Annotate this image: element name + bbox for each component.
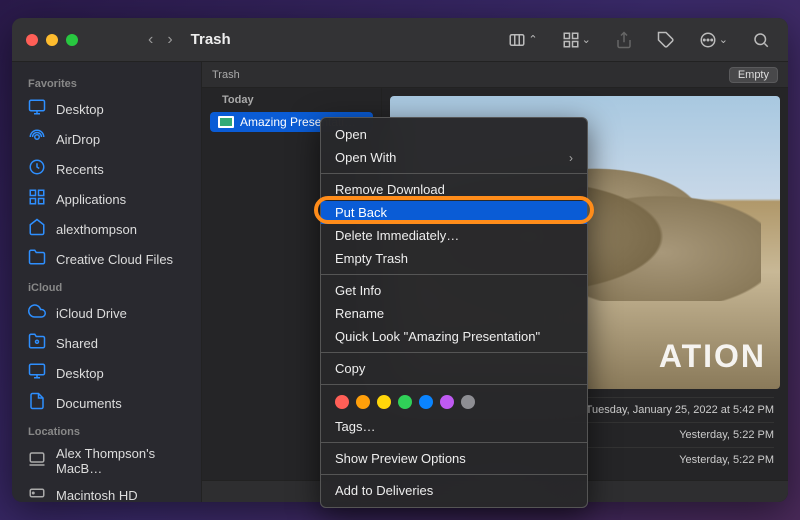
- sidebar-item-label: Desktop: [56, 366, 104, 381]
- airdrop-icon: [28, 128, 46, 150]
- preview-watermark: ATION: [659, 338, 766, 375]
- menu-separator: [321, 474, 587, 475]
- back-button[interactable]: ‹: [148, 31, 153, 49]
- toolbar: ⌃ ⌄ ⌄: [508, 31, 788, 49]
- menu-item[interactable]: Rename: [321, 302, 587, 325]
- cloud-icon: [28, 302, 46, 324]
- menu-item[interactable]: Empty Trash: [321, 247, 587, 270]
- sidebar-item-label: Alex Thompson's MacB…: [56, 446, 185, 476]
- menu-separator: [321, 442, 587, 443]
- sidebar-item-label: Applications: [56, 192, 126, 207]
- menu-separator: [321, 384, 587, 385]
- desktop-icon: [28, 98, 46, 120]
- sidebar-section-header: iCloud: [12, 274, 201, 298]
- tag-color-dot[interactable]: [419, 395, 433, 409]
- sidebar-item-label: alexthompson: [56, 222, 137, 237]
- window-controls: [12, 34, 92, 46]
- sidebar-item-label: Creative Cloud Files: [56, 252, 173, 267]
- sidebar-item[interactable]: Recents: [12, 154, 201, 184]
- menu-separator: [321, 352, 587, 353]
- path-bar: Trash Empty: [202, 62, 788, 88]
- tag-color-dot[interactable]: [356, 395, 370, 409]
- sidebar-item[interactable]: Alex Thompson's MacB…: [12, 442, 201, 480]
- laptop-icon: [28, 450, 46, 472]
- menu-item[interactable]: Open: [321, 123, 587, 146]
- sidebar-item-label: Desktop: [56, 102, 104, 117]
- menu-separator: [321, 173, 587, 174]
- menu-item[interactable]: Show Preview Options: [321, 447, 587, 470]
- menu-item[interactable]: Add to Deliveries: [321, 479, 587, 502]
- sidebar-item-label: Macintosh HD: [56, 488, 138, 503]
- menu-separator: [321, 274, 587, 275]
- search-button[interactable]: [752, 31, 770, 49]
- menu-item[interactable]: Open With›: [321, 146, 587, 169]
- tag-color-dot[interactable]: [335, 395, 349, 409]
- menu-item[interactable]: Remove Download: [321, 178, 587, 201]
- forward-button[interactable]: ›: [167, 31, 172, 49]
- doc-icon: [28, 392, 46, 414]
- menu-item[interactable]: Put Back: [321, 201, 587, 224]
- zoom-button[interactable]: [66, 34, 78, 46]
- menu-item[interactable]: Delete Immediately…: [321, 224, 587, 247]
- menu-item[interactable]: Tags…: [321, 415, 587, 438]
- sidebar-item[interactable]: alexthompson: [12, 214, 201, 244]
- sidebar-item[interactable]: Macintosh HD: [12, 480, 201, 502]
- sidebar-item-label: Recents: [56, 162, 104, 177]
- tag-color-dot[interactable]: [398, 395, 412, 409]
- sidebar-item[interactable]: AirDrop: [12, 124, 201, 154]
- window-title: Trash: [191, 31, 231, 48]
- sidebar-item[interactable]: Applications: [12, 184, 201, 214]
- location-label: Trash: [212, 69, 240, 81]
- sidebar-item[interactable]: Creative Cloud Files: [12, 244, 201, 274]
- sidebar-item[interactable]: Desktop: [12, 94, 201, 124]
- disk-icon: [28, 484, 46, 502]
- sidebar-item-label: Documents: [56, 396, 122, 411]
- sidebar: Favorites Desktop AirDrop Recents Applicatio…: [12, 62, 202, 502]
- sidebar-item[interactable]: Documents: [12, 388, 201, 418]
- chevron-right-icon: ›: [569, 151, 573, 165]
- list-group-header: Today: [202, 88, 381, 112]
- titlebar: ‹ › Trash ⌃ ⌄ ⌄: [12, 18, 788, 62]
- tags-button[interactable]: [657, 31, 675, 49]
- sidebar-item[interactable]: Shared: [12, 328, 201, 358]
- sidebar-section-header: Locations: [12, 418, 201, 442]
- menu-item[interactable]: Get Info: [321, 279, 587, 302]
- tag-color-row: [321, 389, 587, 415]
- tag-color-dot[interactable]: [377, 395, 391, 409]
- menu-item[interactable]: Copy: [321, 357, 587, 380]
- folder-icon: [28, 248, 46, 270]
- sidebar-item[interactable]: iCloud Drive: [12, 298, 201, 328]
- tag-color-dot[interactable]: [461, 395, 475, 409]
- minimize-button[interactable]: [46, 34, 58, 46]
- empty-trash-button[interactable]: Empty: [729, 67, 778, 83]
- desktop-icon: [28, 362, 46, 384]
- menu-item[interactable]: Quick Look "Amazing Presentation": [321, 325, 587, 348]
- sidebar-item[interactable]: Desktop: [12, 358, 201, 388]
- sidebar-item-label: AirDrop: [56, 132, 100, 147]
- close-button[interactable]: [26, 34, 38, 46]
- home-icon: [28, 218, 46, 240]
- tag-color-dot[interactable]: [440, 395, 454, 409]
- sidebar-item-label: Shared: [56, 336, 98, 351]
- view-columns-button[interactable]: ⌃: [508, 31, 537, 49]
- context-menu: OpenOpen With› Remove DownloadPut BackDel…: [320, 117, 588, 508]
- apps-icon: [28, 188, 46, 210]
- clock-icon: [28, 158, 46, 180]
- share-button[interactable]: [615, 31, 633, 49]
- nav-arrows: ‹ ›: [148, 31, 173, 49]
- action-button[interactable]: ⌄: [699, 31, 728, 49]
- sidebar-item-label: iCloud Drive: [56, 306, 127, 321]
- file-icon: [218, 116, 234, 128]
- group-button[interactable]: ⌄: [562, 31, 591, 49]
- shared-icon: [28, 332, 46, 354]
- sidebar-section-header: Favorites: [12, 70, 201, 94]
